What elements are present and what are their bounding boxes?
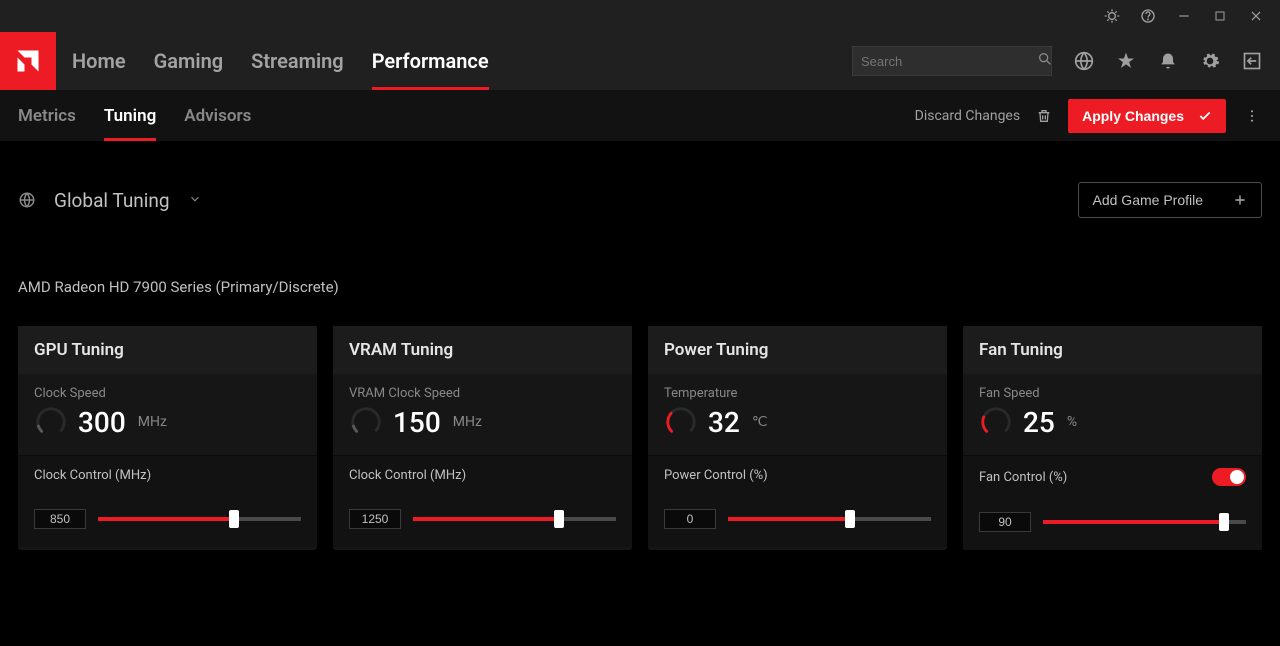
metric-unit: ℃	[752, 414, 768, 430]
subbar-right: Discard Changes Apply Changes	[915, 99, 1262, 133]
control-label: Clock Control (MHz)	[34, 468, 151, 483]
card-fan-tuning: Fan Tuning Fan Speed 25 % Fan Control (%…	[963, 326, 1262, 550]
minimize-icon[interactable]	[1176, 8, 1192, 24]
slider[interactable]	[98, 517, 301, 521]
slider-input[interactable]	[664, 509, 716, 529]
metric-value: 150	[393, 406, 441, 439]
gauge-icon	[979, 405, 1013, 439]
control-label: Clock Control (MHz)	[349, 468, 466, 483]
metric-label: Temperature	[664, 386, 931, 401]
tab-advisors[interactable]: Advisors	[184, 90, 251, 141]
bug-icon[interactable]	[1104, 8, 1120, 24]
topbar-right	[852, 46, 1280, 76]
slider[interactable]	[413, 517, 616, 521]
card-gpu-tuning: GPU Tuning Clock Speed 300 MHz Clock Con…	[18, 326, 317, 550]
nav-performance[interactable]: Performance	[372, 32, 489, 90]
globe-icon	[18, 191, 36, 209]
discard-changes[interactable]: Discard Changes	[915, 108, 1020, 124]
card-title: VRAM Tuning	[333, 326, 632, 374]
trash-icon[interactable]	[1036, 108, 1052, 124]
metric-value: 300	[78, 406, 126, 439]
nav-streaming[interactable]: Streaming	[251, 32, 344, 90]
amd-logo[interactable]	[0, 32, 56, 90]
apply-button[interactable]: Apply Changes	[1068, 99, 1226, 133]
tab-tuning[interactable]: Tuning	[104, 90, 156, 141]
star-icon[interactable]	[1116, 51, 1136, 71]
metric-value: 25	[1023, 406, 1055, 439]
nav-home[interactable]: Home	[72, 32, 126, 90]
card-power-tuning: Power Tuning Temperature 32 ℃ Power Cont…	[648, 326, 947, 550]
search-input[interactable]	[861, 54, 1037, 69]
metric-unit: %	[1067, 414, 1077, 430]
apply-label: Apply Changes	[1082, 108, 1184, 124]
fan-control-toggle[interactable]	[1212, 468, 1246, 486]
slider-input[interactable]	[34, 509, 86, 529]
control-label: Power Control (%)	[664, 468, 768, 483]
metric-value: 32	[708, 406, 740, 439]
card-vram-tuning: VRAM Tuning VRAM Clock Speed 150 MHz Clo…	[333, 326, 632, 550]
scope-selector[interactable]: Global Tuning	[18, 189, 202, 212]
metric-label: Fan Speed	[979, 386, 1246, 401]
gauge-icon	[34, 405, 68, 439]
metric-label: VRAM Clock Speed	[349, 386, 616, 401]
subbar: Metrics Tuning Advisors Discard Changes …	[0, 90, 1280, 142]
more-icon[interactable]	[1242, 106, 1262, 126]
gauge-icon	[349, 405, 383, 439]
gauge-icon	[664, 405, 698, 439]
card-title: Fan Tuning	[963, 326, 1262, 374]
sub-tabs: Metrics Tuning Advisors	[18, 90, 251, 141]
check-icon	[1198, 109, 1212, 123]
slider[interactable]	[728, 517, 931, 521]
topbar: Home Gaming Streaming Performance	[0, 32, 1280, 90]
tuning-cards: GPU Tuning Clock Speed 300 MHz Clock Con…	[18, 326, 1262, 550]
add-profile-label: Add Game Profile	[1093, 192, 1204, 208]
bell-icon[interactable]	[1158, 51, 1178, 71]
add-game-profile-button[interactable]: Add Game Profile	[1078, 182, 1263, 218]
card-title: Power Tuning	[648, 326, 947, 374]
card-title: GPU Tuning	[18, 326, 317, 374]
gpu-name: AMD Radeon HD 7900 Series (Primary/Discr…	[18, 278, 1262, 296]
slider[interactable]	[1043, 520, 1246, 524]
plus-icon	[1233, 193, 1247, 207]
chevron-down-icon	[188, 191, 202, 210]
control-label: Fan Control (%)	[979, 470, 1067, 485]
scope-label: Global Tuning	[54, 189, 170, 212]
tab-metrics[interactable]: Metrics	[18, 90, 76, 141]
main-nav: Home Gaming Streaming Performance	[72, 32, 489, 90]
metric-unit: MHz	[453, 414, 482, 430]
scope-row: Global Tuning Add Game Profile	[18, 142, 1262, 218]
close-icon[interactable]	[1248, 8, 1264, 24]
nav-gaming[interactable]: Gaming	[154, 32, 224, 90]
search-box[interactable]	[852, 46, 1052, 76]
slider-input[interactable]	[979, 512, 1031, 532]
maximize-icon[interactable]	[1212, 8, 1228, 24]
help-icon[interactable]	[1140, 8, 1156, 24]
metric-label: Clock Speed	[34, 386, 301, 401]
titlebar	[0, 0, 1280, 32]
search-icon[interactable]	[1037, 51, 1053, 71]
exit-icon[interactable]	[1242, 51, 1262, 71]
slider-input[interactable]	[349, 509, 401, 529]
globe-icon[interactable]	[1074, 51, 1094, 71]
metric-unit: MHz	[138, 414, 167, 430]
gear-icon[interactable]	[1200, 51, 1220, 71]
content: Global Tuning Add Game Profile AMD Radeo…	[0, 142, 1280, 550]
